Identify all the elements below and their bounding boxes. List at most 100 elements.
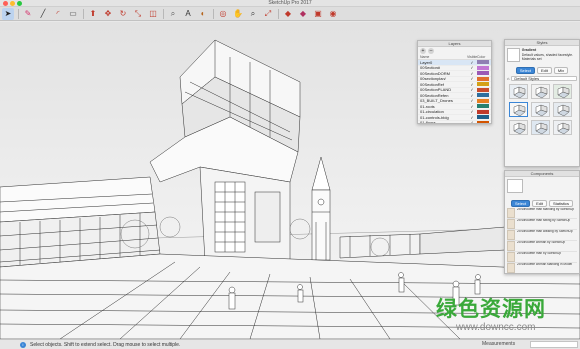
layer-visible-checkbox[interactable]: ✓ [467,104,477,109]
style-thumbnail-option[interactable] [531,102,550,117]
layer-name: 00sectionplan/ [420,76,446,82]
select-tool-icon[interactable]: ➤ [2,7,14,20]
eraser-tool-icon[interactable]: ✎ [22,8,34,20]
layer-color-swatch[interactable] [477,109,489,114]
layer-color-swatch[interactable] [477,65,489,70]
layer-name: Layer0 [420,59,433,65]
layer-visible-checkbox[interactable]: ✓ [467,76,477,81]
info-icon[interactable]: i [20,341,26,348]
layer-color-swatch[interactable] [477,115,489,120]
component-list-item[interactable]: 2d silhouette man walking by SketchUp [507,230,577,241]
window-title-bar: SketchUp Pro 2017 [0,0,580,7]
layer-visible-checkbox[interactable]: ✓ [467,65,477,70]
layer-name: 00SectionRef [420,81,445,87]
component-name: 2d silhouette man sitting by SketchUp [517,219,571,222]
model-viewport[interactable] [0,22,580,339]
style-thumbnail-option[interactable] [553,120,572,135]
line-tool-icon[interactable]: ╱ [37,8,49,20]
layer-color-swatch[interactable] [477,120,489,123]
styles-tab-mix[interactable]: Mix [553,67,569,74]
toolbar-separator [213,8,214,19]
style-thumbnail-option[interactable] [531,120,550,135]
layer-name: 01-roots [420,103,435,109]
layer-visible-checkbox[interactable]: ✓ [467,71,477,76]
layers-col-color: Color [477,55,486,59]
zoom-extents-icon[interactable]: ⤢ [262,8,274,20]
layer-color-swatch[interactable] [477,82,489,87]
style-thumbnail-option[interactable] [531,84,550,99]
components-tab-statistics[interactable]: Statistics [549,200,574,207]
rectangle-tool-icon[interactable]: ▭ [67,8,79,20]
component-list-item[interactable]: 2d silhouette woman by SketchUp [507,241,577,252]
layer-color-swatch[interactable] [477,98,489,103]
layer-visible-checkbox[interactable]: ✓ [467,115,477,120]
layer-visible-checkbox[interactable]: ✓ [467,93,477,98]
style-thumbnail [507,48,520,62]
layer-row[interactable]: 01-floors ✓ [418,120,491,124]
components-tab-edit[interactable]: Edit [532,200,547,207]
window-title: SketchUp Pro 2017 [268,0,312,6]
layers-col-name: Name [420,55,430,59]
component-list-item[interactable]: 2d silhouette man standing by SketchUp [507,208,577,219]
component-list-item[interactable]: 2d silhouette man sitting by SketchUp [507,219,577,230]
component-list-item[interactable]: 2d silhouette woman standing in Model [507,263,577,273]
send-to-layout-icon[interactable]: ▣ [312,8,324,20]
layer-visible-checkbox[interactable]: ✓ [467,120,477,123]
component-name: 2d silhouette woman standing in Model [517,263,573,266]
rotate-tool-icon[interactable]: ↻ [117,8,129,20]
layer-visible-checkbox[interactable]: ✓ [467,98,477,103]
style-collection-select[interactable]: Default Styles [511,76,577,81]
layer-visible-checkbox[interactable]: ✓ [467,60,477,65]
offset-tool-icon[interactable]: ◫ [147,8,159,20]
layers-toolbar: + – [418,47,491,55]
text-tool-icon[interactable]: A [182,8,194,20]
extension-warehouse-icon[interactable]: ◆ [297,8,309,20]
style-thumbnail-option[interactable] [509,102,528,117]
layer-color-swatch[interactable] [477,60,489,65]
3d-warehouse-icon[interactable]: ◆ [282,8,294,20]
move-tool-icon[interactable]: ✥ [102,8,114,20]
layer-color-swatch[interactable] [477,71,489,76]
person-silhouette-icon [507,241,515,251]
layer-color-swatch[interactable] [477,87,489,92]
style-thumbnail-option[interactable] [553,84,572,99]
style-info: Gradient Default values, shaded facestyl… [522,48,577,64]
measurements-input[interactable] [530,341,578,348]
arc-tool-icon[interactable]: ◜ [52,8,64,20]
styles-panel: Styles Gradient Default values, shaded f… [504,39,580,167]
zoom-tool-icon[interactable]: ⌕ [247,8,259,20]
tape-measure-icon[interactable]: ⌕ [167,8,179,20]
extension-manager-icon[interactable]: ◉ [327,8,339,20]
layer-color-swatch[interactable] [477,76,489,81]
layer-visible-checkbox[interactable]: ✓ [467,109,477,114]
measurements-label: Measurements [482,341,516,347]
add-layer-button[interactable]: + [420,48,426,54]
components-tab-select[interactable]: Select [510,200,531,207]
orbit-tool-icon[interactable]: ◎ [217,8,229,20]
home-icon[interactable]: ⌂ [507,76,509,81]
styles-tab-select[interactable]: Select [515,67,535,74]
style-thumbnail-option[interactable] [509,84,528,99]
push-pull-icon[interactable]: ⬆ [87,8,99,20]
style-thumbnail-option[interactable] [509,120,528,135]
main-toolbar: ➤ ✎ ╱ ◜ ▭ ⬆ ✥ ↻ ⤡ ◫ ⌕ A ◐ ◎ ✋ ⌕ ⤢ ◆ ◆ ▣ ◉ [0,7,580,21]
styles-tab-edit[interactable]: Edit [536,67,552,74]
pan-tool-icon[interactable]: ✋ [232,8,244,20]
layer-visible-checkbox[interactable]: ✓ [467,82,477,87]
components-tabs: Select Edit Statistics [505,199,579,208]
layer-color-swatch[interactable] [477,104,489,109]
component-list-item[interactable]: 2d silhouette man by SketchUp [507,252,577,263]
layer-visible-checkbox[interactable]: ✓ [467,87,477,92]
layer-name: 01-floors [420,120,436,124]
remove-layer-button[interactable]: – [428,48,434,54]
paint-bucket-icon[interactable]: ◐ [197,8,209,20]
layer-color-swatch[interactable] [477,93,489,98]
watermark-logo: 绿色资源网 [436,297,546,321]
components-panel: Components Select Edit Statistics 2d silho… [504,170,580,274]
architecture-model-drawing [0,39,580,339]
scale-tool-icon[interactable]: ⤡ [132,8,144,20]
component-list: 2d silhouette man standing by SketchUp 2d… [505,208,579,273]
style-thumbnail-option[interactable] [553,102,572,117]
layer-name: 00SectionRefen [420,92,449,98]
person-silhouette-icon [507,230,515,240]
